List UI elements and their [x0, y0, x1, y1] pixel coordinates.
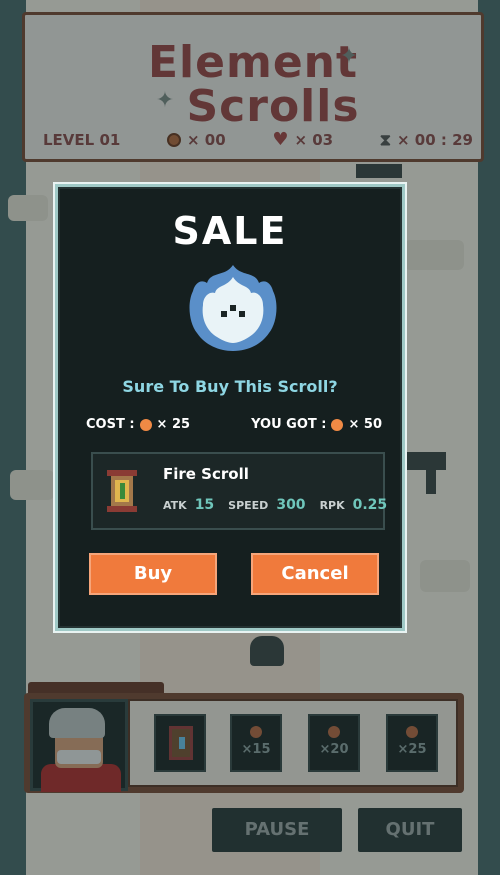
- speed-label: SPEED: [228, 499, 269, 512]
- atk-label: ATK: [163, 499, 187, 512]
- atk-value: 15: [194, 497, 215, 513]
- confirm-question: Sure To Buy This Scroll?: [122, 377, 338, 396]
- coin-icon: [331, 418, 344, 431]
- rpk-label: RPK: [319, 499, 345, 512]
- scroll-stats: ATK 15 SPEED 300 RPK 0.25: [163, 497, 387, 513]
- cost-label: COST :: [86, 417, 135, 432]
- coin-icon: [139, 418, 152, 431]
- dialog-title: SALE: [172, 209, 288, 253]
- buy-button[interactable]: Buy: [89, 553, 217, 595]
- scroll-icon: [107, 470, 137, 512]
- balance-value: × 50: [348, 417, 382, 432]
- rpk-value: 0.25: [352, 497, 388, 513]
- cost-value: × 25: [156, 417, 191, 432]
- sale-dialog: SALE Sure To Buy This Scroll? COST : × 2…: [55, 184, 405, 631]
- cost-row: COST : × 25 YOU GOT : × 50: [86, 417, 382, 432]
- speed-value: 300: [276, 497, 306, 513]
- scroll-name: Fire Scroll: [163, 465, 249, 483]
- cancel-button[interactable]: Cancel: [251, 553, 379, 595]
- balance-label: YOU GOT :: [251, 417, 327, 432]
- cost: COST : × 25: [86, 417, 190, 432]
- balance: YOU GOT : × 50: [251, 417, 382, 432]
- flame-icon: [189, 265, 277, 351]
- scroll-info-card: Fire Scroll ATK 15 SPEED 300 RPK 0.25: [91, 452, 387, 530]
